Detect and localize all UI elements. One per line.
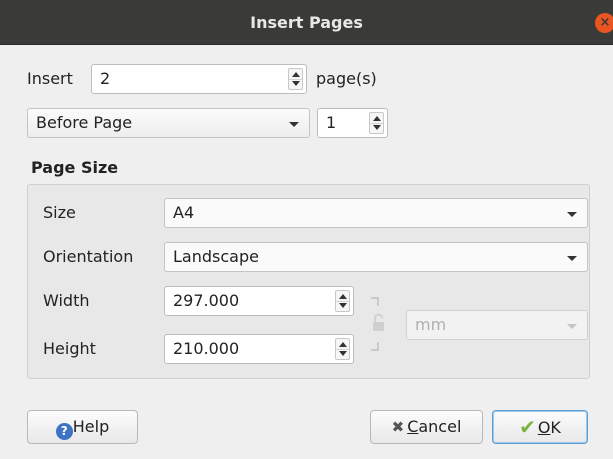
help-button[interactable]: ? Help [27, 410, 138, 444]
title-bar: Insert Pages × [0, 0, 613, 45]
orientation-label: Orientation [43, 247, 134, 266]
cancel-label: ancel [418, 417, 462, 436]
orientation-value: Landscape [173, 247, 259, 266]
insert-count-value: 2 [100, 69, 111, 88]
spinbox-arrows-icon[interactable] [335, 338, 350, 360]
dropdown-arrow-icon [567, 324, 577, 329]
close-icon: × [599, 15, 611, 30]
insert-count-spinbox[interactable]: 2 [91, 64, 307, 94]
cancel-icon: ✖ [391, 418, 405, 436]
page-size-group-title: Page Size [31, 158, 119, 177]
insert-position-value: Before Page [36, 113, 133, 132]
help-icon: ? [55, 423, 73, 440]
insert-position-dropdown[interactable]: Before Page [27, 108, 310, 138]
ok-label: K [550, 418, 561, 437]
ok-button[interactable]: ✔ OK [492, 410, 588, 444]
cancel-button[interactable]: ✖ Cancel [370, 410, 483, 444]
height-label: Height [43, 339, 96, 358]
page-number-spinbox[interactable]: 1 [317, 108, 388, 138]
width-spinbox[interactable]: 297.000 [164, 286, 354, 316]
ok-checkmark-icon: ✔ [519, 415, 536, 439]
close-button[interactable]: × [595, 13, 613, 33]
ok-mnemonic: O [537, 418, 551, 437]
height-value: 210.000 [173, 339, 240, 358]
dropdown-arrow-icon [289, 122, 299, 127]
units-dropdown[interactable]: mm [406, 310, 588, 340]
lock-icon[interactable] [368, 296, 384, 352]
help-label: Help [72, 417, 110, 436]
size-dropdown[interactable]: A4 [164, 198, 588, 228]
dropdown-arrow-icon [567, 256, 577, 261]
width-label: Width [43, 291, 90, 310]
spinbox-arrows-icon[interactable] [288, 68, 303, 90]
insert-label: Insert [27, 69, 73, 88]
spinbox-arrows-icon[interactable] [369, 112, 384, 134]
units-value: mm [415, 315, 447, 334]
dropdown-arrow-icon [567, 212, 577, 217]
size-value: A4 [173, 203, 195, 222]
page-number-value: 1 [326, 113, 337, 132]
width-value: 297.000 [173, 291, 240, 310]
pages-suffix-label: page(s) [316, 69, 377, 88]
window-title: Insert Pages [250, 13, 363, 32]
orientation-dropdown[interactable]: Landscape [164, 242, 588, 272]
size-label: Size [43, 203, 76, 222]
spinbox-arrows-icon[interactable] [335, 290, 350, 312]
height-spinbox[interactable]: 210.000 [164, 334, 354, 364]
cancel-mnemonic: C [407, 417, 419, 436]
